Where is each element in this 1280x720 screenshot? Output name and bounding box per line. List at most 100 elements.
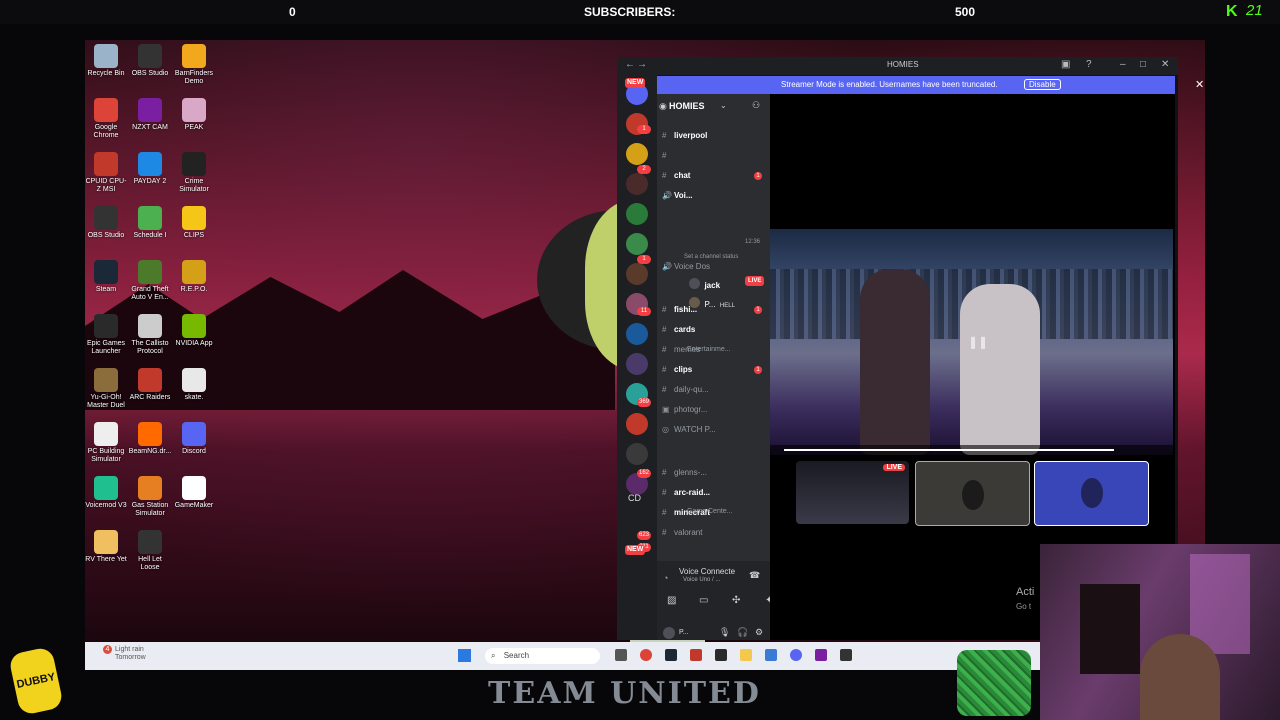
stream-tile-live[interactable]: LIVE bbox=[796, 461, 909, 524]
channel-item[interactable]: # glenns-... bbox=[662, 466, 770, 480]
desktop-icon[interactable]: Hell Let Loose bbox=[128, 530, 172, 572]
desktop-icon[interactable]: CLIPS bbox=[172, 206, 216, 240]
camera-off-icon[interactable]: ▨ bbox=[667, 595, 676, 606]
desktop-icon[interactable]: BarnFinders Demo bbox=[172, 44, 216, 86]
server-icon[interactable] bbox=[626, 203, 648, 225]
desktop-icon[interactable]: Discord bbox=[172, 422, 216, 456]
channel-item[interactable]: ◎ WATCH P... bbox=[662, 423, 770, 437]
epic-icon[interactable] bbox=[715, 649, 727, 661]
windows-start-icon[interactable] bbox=[458, 649, 471, 662]
channel-item[interactable]: # liverpool bbox=[662, 129, 770, 143]
settings-icon[interactable]: ⚙ bbox=[755, 627, 763, 638]
desktop-icon[interactable]: Voicemod V3 bbox=[84, 476, 128, 510]
participant-tile[interactable] bbox=[915, 461, 1030, 526]
desktop-icon[interactable]: Yu-Gi-Oh! Master Duel bbox=[84, 368, 128, 410]
voice-user-p[interactable]: P... HELL bbox=[689, 294, 769, 309]
back-icon[interactable]: ← bbox=[625, 59, 635, 70]
channel-status[interactable]: Set a channel status bbox=[684, 254, 738, 260]
screen-share-icon[interactable]: ▭ bbox=[699, 595, 708, 606]
video-progress[interactable] bbox=[784, 449, 1114, 451]
desktop-icon[interactable]: Schedule I bbox=[128, 206, 172, 240]
desktop-icon[interactable]: The Callisto Protocol bbox=[128, 314, 172, 356]
desktop-icon[interactable]: OBS Studio bbox=[84, 206, 128, 240]
server-icon[interactable] bbox=[626, 263, 648, 285]
voice-channel-sub[interactable]: Voice Uno / ... bbox=[683, 577, 720, 583]
channel-item[interactable]: # daily-qu... bbox=[662, 383, 770, 397]
file-explorer-icon[interactable] bbox=[740, 649, 752, 661]
desktop-icon[interactable]: ARC Raiders bbox=[128, 368, 172, 402]
desktop-icon[interactable]: skate. bbox=[172, 368, 216, 402]
stream-video[interactable]: ❚❚ bbox=[770, 229, 1173, 455]
server-icon[interactable] bbox=[626, 173, 648, 195]
channel-item[interactable]: # chat 1 bbox=[662, 169, 770, 183]
obs-icon[interactable] bbox=[840, 649, 852, 661]
activities-icon[interactable]: ✣ bbox=[732, 595, 740, 606]
inbox-icon[interactable]: ▣ bbox=[1061, 59, 1070, 70]
server-name[interactable]: HOMIES bbox=[669, 101, 705, 111]
desktop-icon[interactable]: Crime Simulator bbox=[172, 152, 216, 194]
desktop-icon[interactable]: NVIDIA App bbox=[172, 314, 216, 348]
channel-item[interactable]: ▣ photogr... bbox=[662, 403, 770, 417]
app-icon-2[interactable] bbox=[765, 649, 777, 661]
channel-item[interactable]: # bbox=[662, 149, 770, 163]
server-status-icon: ◉ bbox=[659, 101, 667, 111]
desktop-icon[interactable]: NZXT CAM bbox=[128, 98, 172, 132]
channel-item[interactable]: # cards bbox=[662, 323, 770, 337]
desktop-icon[interactable]: BeamNG.dr... bbox=[128, 422, 172, 456]
desktop-icon[interactable]: Grand Theft Auto V En... bbox=[128, 260, 172, 302]
app-icon[interactable] bbox=[690, 649, 702, 661]
desktop-icon[interactable]: Google Chrome bbox=[84, 98, 128, 140]
desktop-icon[interactable]: R.E.P.O. bbox=[172, 260, 216, 294]
channel-item[interactable]: 🔊 Voice Dos bbox=[662, 260, 770, 274]
desktop-icon[interactable]: PC Building Simulator bbox=[84, 422, 128, 464]
steam-icon[interactable] bbox=[665, 649, 677, 661]
desktop-icon[interactable]: RV There Yet bbox=[84, 530, 128, 564]
desktop-icon[interactable]: Gas Station Simulator bbox=[128, 476, 172, 518]
pause-icon[interactable]: ❚❚ bbox=[968, 335, 988, 349]
channel-item[interactable]: # valorant bbox=[662, 526, 770, 540]
desktop-icon[interactable]: OBS Studio bbox=[128, 44, 172, 78]
server-initials[interactable]: CD bbox=[628, 493, 641, 503]
mic-icon[interactable]: 🎙 bbox=[719, 627, 730, 638]
desktop-icon[interactable]: PAYDAY 2 bbox=[128, 152, 172, 186]
desktop-icon[interactable]: GameMaker bbox=[172, 476, 216, 510]
disable-streamer-button[interactable]: Disable bbox=[1024, 79, 1061, 90]
server-icon[interactable] bbox=[626, 143, 648, 165]
desktop-icon[interactable]: PEAK bbox=[172, 98, 216, 132]
weather-widget[interactable]: Light rain Tomorrow bbox=[115, 646, 146, 662]
desktop-icon[interactable]: Recycle Bin bbox=[84, 44, 128, 78]
help-icon[interactable]: ? bbox=[1086, 59, 1092, 70]
desktop-icon[interactable]: CPUID CPU-Z MSI bbox=[84, 152, 128, 194]
nzxt-icon[interactable] bbox=[815, 649, 827, 661]
close-window-icon[interactable]: ✕ bbox=[1161, 59, 1169, 70]
server-icon[interactable] bbox=[626, 443, 648, 465]
add-member-icon[interactable]: ⚇ bbox=[752, 100, 760, 111]
channel-item[interactable]: # arc-raid... bbox=[662, 486, 770, 500]
minimize-icon[interactable]: – bbox=[1120, 59, 1126, 70]
chrome-icon[interactable] bbox=[640, 649, 652, 661]
task-view-icon[interactable] bbox=[615, 649, 627, 661]
desktop-icon[interactable]: Steam bbox=[84, 260, 128, 294]
server-icon[interactable] bbox=[626, 353, 648, 375]
server-icon[interactable] bbox=[626, 413, 648, 435]
user-avatar[interactable] bbox=[663, 627, 675, 639]
disconnect-icon[interactable]: ☎ bbox=[749, 570, 760, 581]
maximize-icon[interactable]: □ bbox=[1140, 59, 1146, 70]
voice-user-jack[interactable]: jack LIVE bbox=[689, 275, 769, 290]
server-icon[interactable] bbox=[626, 323, 648, 345]
participant-tile-2[interactable] bbox=[1034, 461, 1149, 526]
taskbar-search[interactable]: ⌕ Search bbox=[485, 648, 600, 664]
forward-icon[interactable]: → bbox=[637, 59, 647, 70]
channel-item[interactable]: # clips 1 bbox=[662, 363, 770, 377]
app-icon bbox=[94, 368, 118, 392]
category-entertainment[interactable]: Entertainme... bbox=[687, 346, 731, 353]
headphones-icon[interactable]: 🎧 bbox=[737, 627, 748, 638]
close-banner-icon[interactable]: ✕ bbox=[1195, 78, 1204, 91]
server-icon[interactable] bbox=[626, 233, 648, 255]
discord-icon[interactable] bbox=[790, 649, 802, 661]
category-game-center[interactable]: Game Cente... bbox=[687, 508, 733, 515]
desktop-icon-label: The Callisto Protocol bbox=[131, 340, 169, 355]
chevron-down-icon[interactable]: ⌄ bbox=[720, 101, 727, 110]
desktop-icon[interactable]: Epic Games Launcher bbox=[84, 314, 128, 356]
channel-item[interactable]: 🔊 Voi... bbox=[662, 189, 770, 203]
